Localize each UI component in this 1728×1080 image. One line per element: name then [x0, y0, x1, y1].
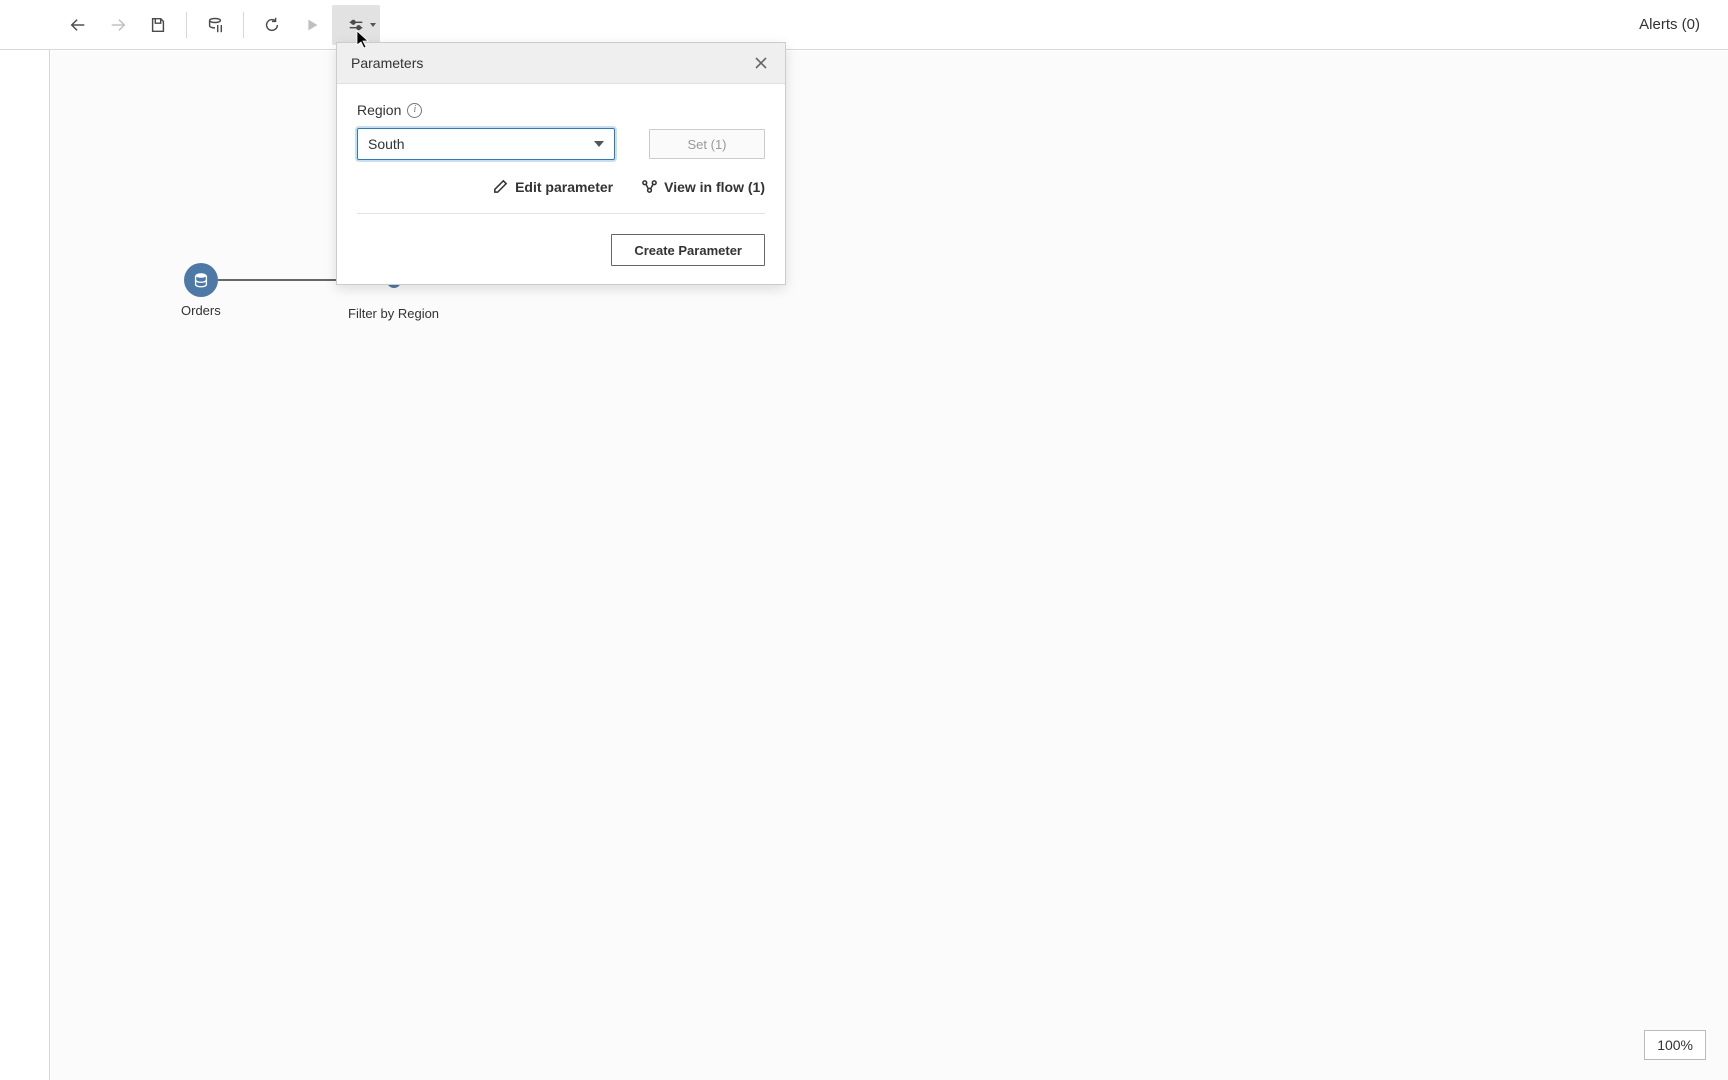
- close-button[interactable]: [751, 53, 771, 73]
- back-button[interactable]: [58, 5, 98, 45]
- arrow-right-icon: [109, 16, 127, 34]
- create-parameter-button[interactable]: Create Parameter: [611, 234, 765, 266]
- data-refresh-icon: [206, 16, 224, 34]
- database-icon: [184, 263, 218, 297]
- flow-node-orders[interactable]: Orders: [181, 263, 221, 318]
- flow-icon: [641, 178, 658, 195]
- chevron-down-icon: [370, 23, 376, 27]
- sliders-icon: [347, 16, 365, 34]
- dropdown-value: South: [368, 136, 405, 152]
- toolbar: Alerts (0): [0, 0, 1728, 50]
- forward-button[interactable]: [98, 5, 138, 45]
- panel-header: Parameters: [337, 43, 785, 84]
- panel-title: Parameters: [351, 55, 423, 71]
- refresh-button[interactable]: [252, 5, 292, 45]
- parameter-label-row: Region i: [357, 102, 765, 118]
- refresh-icon: [263, 16, 281, 34]
- toolbar-divider: [186, 12, 187, 38]
- data-refresh-button[interactable]: [195, 5, 235, 45]
- flow-node-label: Orders: [181, 303, 221, 318]
- set-button[interactable]: Set (1): [649, 129, 765, 159]
- info-icon[interactable]: i: [407, 103, 422, 118]
- parameter-name: Region: [357, 102, 401, 118]
- edit-parameter-link[interactable]: Edit parameter: [492, 178, 613, 195]
- parameter-item: Region i South Set (1) Edit parameter: [357, 102, 765, 214]
- run-button[interactable]: [292, 5, 332, 45]
- chevron-down-icon: [594, 141, 604, 147]
- flow-connector: [218, 279, 348, 281]
- parameters-button[interactable]: [332, 5, 380, 45]
- flow-canvas[interactable]: Orders Filter by Region 100%: [51, 51, 1728, 1080]
- flow-node-label: Filter by Region: [348, 306, 439, 321]
- save-button[interactable]: [138, 5, 178, 45]
- zoom-indicator[interactable]: 100%: [1644, 1030, 1706, 1060]
- parameter-value-dropdown[interactable]: South: [357, 128, 615, 160]
- pencil-icon: [492, 178, 509, 195]
- view-in-flow-link[interactable]: View in flow (1): [641, 178, 765, 195]
- left-sidebar: [0, 0, 50, 1080]
- alerts-link[interactable]: Alerts (0): [1639, 16, 1728, 33]
- parameters-panel: Parameters Region i South Set (1): [336, 42, 786, 285]
- toolbar-divider: [243, 12, 244, 38]
- save-icon: [149, 16, 167, 34]
- close-icon: [754, 56, 768, 70]
- arrow-left-icon: [69, 16, 87, 34]
- play-icon: [303, 16, 321, 34]
